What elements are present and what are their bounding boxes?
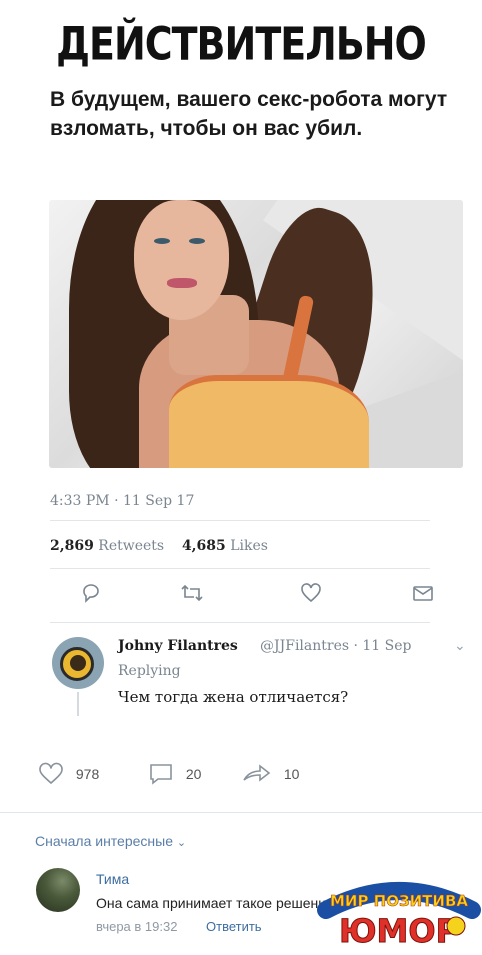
retweets-label: Retweets [98,538,165,554]
comment-author[interactable]: Тима [96,871,129,887]
heart-icon [39,762,63,785]
retweets-count: 2,869 [50,538,94,554]
comments-sort-dropdown[interactable]: Сначала интересные ⌄ [35,833,186,849]
retweet-icon[interactable] [180,582,204,609]
reply-author-name[interactable]: Johny Filantres [118,638,238,654]
message-icon[interactable] [412,582,434,609]
tweet-timestamp: 4:33 PM · 11 Sep 17 [50,493,195,509]
comment-text: Она сама принимает такое решение [96,895,334,911]
chevron-down-icon: ⌄ [176,837,187,849]
comment-reply-link[interactable]: Ответить [206,919,262,934]
divider [50,622,430,623]
reply-avatar[interactable] [52,637,104,689]
reply-icon[interactable] [80,582,102,609]
like-icon[interactable] [300,582,322,609]
tweet-stats: 2,869 Retweets 4,685 Likes [50,538,268,554]
divider [0,812,482,813]
tweet-text: В будущем, вашего секс-робота могут взло… [50,88,448,140]
watermark-line2: ЮМОР [339,912,459,950]
share-button[interactable]: 10 [242,762,299,786]
share-count: 10 [283,766,300,782]
comment-count: 20 [185,766,202,782]
comment-button[interactable]: 20 [148,762,201,786]
watermark-line1: МИР ПОЗИТИВА [330,892,468,910]
reply-text: Чем тогда жена отличается? [118,688,349,706]
reply-author-handle: @JJFilantres · 11 Sep [260,638,412,654]
comment-icon [150,764,172,785]
comment-avatar[interactable] [36,868,80,912]
tweet-actions [50,582,433,612]
comment-time[interactable]: вчера в 19:32 [96,919,177,934]
chevron-down-icon[interactable]: ⌄ [454,637,466,654]
watermark-logo: МИР ПОЗИТИВА ЮМОР [316,876,482,951]
tweet-photo[interactable] [49,200,463,468]
likes-count: 4,685 [181,538,226,554]
sort-label: Сначала интересные [35,833,173,849]
replying-label: Replying [118,663,181,679]
thread-line [77,692,79,716]
likes-label: Likes [230,538,268,554]
meme-headline: ДЕЙСТВИТЕЛЬНО [56,17,427,71]
like-count: 978 [75,766,100,782]
divider [50,568,430,569]
divider [50,520,430,521]
like-button[interactable]: 978 [38,762,99,786]
share-arrow-icon [243,764,271,782]
